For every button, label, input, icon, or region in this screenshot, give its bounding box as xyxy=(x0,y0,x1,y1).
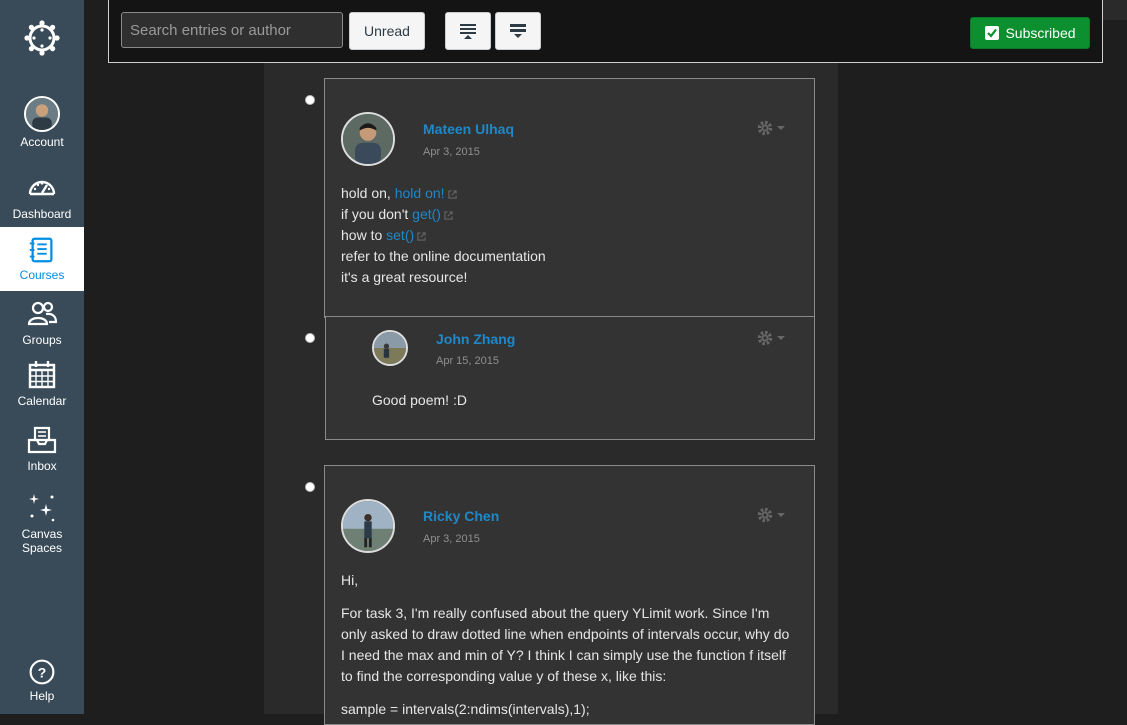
entry-read-indicator[interactable] xyxy=(305,95,315,105)
nav-inbox[interactable]: Inbox xyxy=(0,424,84,473)
message-text: hold on, xyxy=(341,185,395,201)
check-box-icon xyxy=(985,26,1000,40)
discussion-reply: John Zhang Apr 15, 2015 Good poem! :D xyxy=(325,316,815,440)
message-line: hold on, hold on! xyxy=(341,183,546,204)
author-name[interactable]: Mateen Ulhaq xyxy=(423,121,514,137)
get-link[interactable]: get() xyxy=(412,206,441,222)
message-text: how to xyxy=(341,227,387,243)
reply-message: Good poem! :D xyxy=(372,392,467,408)
search-entries-input[interactable] xyxy=(121,12,343,48)
svg-text:?: ? xyxy=(38,664,47,680)
groups-icon xyxy=(27,301,58,326)
set-link[interactable]: set() xyxy=(386,227,414,243)
external-link-icon xyxy=(447,190,457,199)
inbox-icon xyxy=(27,426,57,454)
global-navigation: Account Dashboard Courses Groups Calenda… xyxy=(0,0,84,714)
nav-canvas-label: Canvas xyxy=(21,527,63,541)
nav-help-label: Help xyxy=(29,689,55,703)
nav-canvas-spaces[interactable]: Canvas Spaces xyxy=(0,492,84,555)
message-line: how to set() xyxy=(341,225,546,246)
nav-calendar[interactable]: Calendar xyxy=(0,359,84,408)
message-line: I need the max and min of Y? I think I c… xyxy=(341,647,786,663)
nav-calendar-label: Calendar xyxy=(17,394,67,408)
author-avatar[interactable] xyxy=(341,112,395,166)
message-greeting: Hi, xyxy=(341,572,359,588)
message-line: if you don't get() xyxy=(341,204,546,225)
hold-on-link[interactable]: hold on! xyxy=(395,185,445,201)
external-link-icon xyxy=(444,211,453,220)
discussion-toolbar: Unread Subscribed xyxy=(108,0,1103,63)
message-line: refer to the online documentation xyxy=(341,248,546,264)
entry-message: Hi, For task 3, I'm really confused abou… xyxy=(341,570,789,720)
gear-icon[interactable] xyxy=(757,330,787,346)
expand-icon xyxy=(510,24,526,38)
external-link-icon xyxy=(417,232,426,241)
nav-dashboard-label: Dashboard xyxy=(12,207,72,221)
account-avatar xyxy=(24,96,60,132)
subscribed-label: Subscribed xyxy=(1005,25,1076,41)
nav-dashboard[interactable]: Dashboard xyxy=(0,172,84,221)
unread-filter-button[interactable]: Unread xyxy=(349,12,425,50)
nav-account[interactable]: Account xyxy=(0,96,84,149)
code-line: sample = intervals(2:ndims(intervals),1)… xyxy=(341,701,590,717)
nav-groups[interactable]: Groups xyxy=(0,298,84,347)
unread-label: Unread xyxy=(364,23,410,39)
post-date: Apr 3, 2015 xyxy=(423,533,480,545)
message-line: only asked to draw dotted line when endp… xyxy=(341,626,790,642)
nav-account-label: Account xyxy=(20,135,64,149)
post-date: Apr 3, 2015 xyxy=(423,146,480,158)
discussion-entry: Ricky Chen Apr 3, 2015 Hi, For task 3, I… xyxy=(324,465,815,725)
gear-icon[interactable] xyxy=(757,507,787,523)
message-line: it's a great resource! xyxy=(341,269,468,285)
author-avatar[interactable] xyxy=(341,499,395,553)
message-line: to find the corresponding value y of the… xyxy=(341,668,667,684)
reply-read-indicator[interactable] xyxy=(305,333,315,343)
discussion-entry: Mateen Ulhaq Apr 3, 2015 hold on, hold o… xyxy=(324,78,815,318)
nav-help[interactable]: ? Help xyxy=(0,658,84,703)
help-icon: ? xyxy=(29,659,55,685)
entry-message: hold on, hold on! if you don't get() how… xyxy=(341,183,546,288)
message-line: For task 3, I'm really confused about th… xyxy=(341,605,770,621)
nav-inbox-label: Inbox xyxy=(27,459,57,473)
dashboard-icon xyxy=(28,180,56,196)
subscribed-button[interactable]: Subscribed xyxy=(970,17,1090,49)
author-name[interactable]: John Zhang xyxy=(436,331,515,347)
author-name[interactable]: Ricky Chen xyxy=(423,508,499,524)
nav-groups-label: Groups xyxy=(22,333,62,347)
expand-replies-button[interactable] xyxy=(495,12,541,50)
gear-icon[interactable] xyxy=(757,120,787,136)
post-date: Apr 15, 2015 xyxy=(436,355,499,367)
author-avatar[interactable] xyxy=(372,330,408,366)
nav-courses-label: Courses xyxy=(19,268,65,282)
courses-icon xyxy=(29,237,53,263)
nav-courses[interactable]: Courses xyxy=(0,227,84,291)
calendar-icon xyxy=(28,361,56,389)
sparkle-icon xyxy=(29,494,55,522)
collapse-replies-button[interactable] xyxy=(445,12,491,50)
message-text: if you don't xyxy=(341,206,413,222)
collapse-icon xyxy=(460,24,476,39)
entry-read-indicator[interactable] xyxy=(305,482,315,492)
nav-canvas-spaces-label: Canvas Spaces xyxy=(0,527,84,555)
canvas-logo-icon[interactable] xyxy=(24,20,60,56)
nav-spaces-label: Spaces xyxy=(21,541,63,555)
